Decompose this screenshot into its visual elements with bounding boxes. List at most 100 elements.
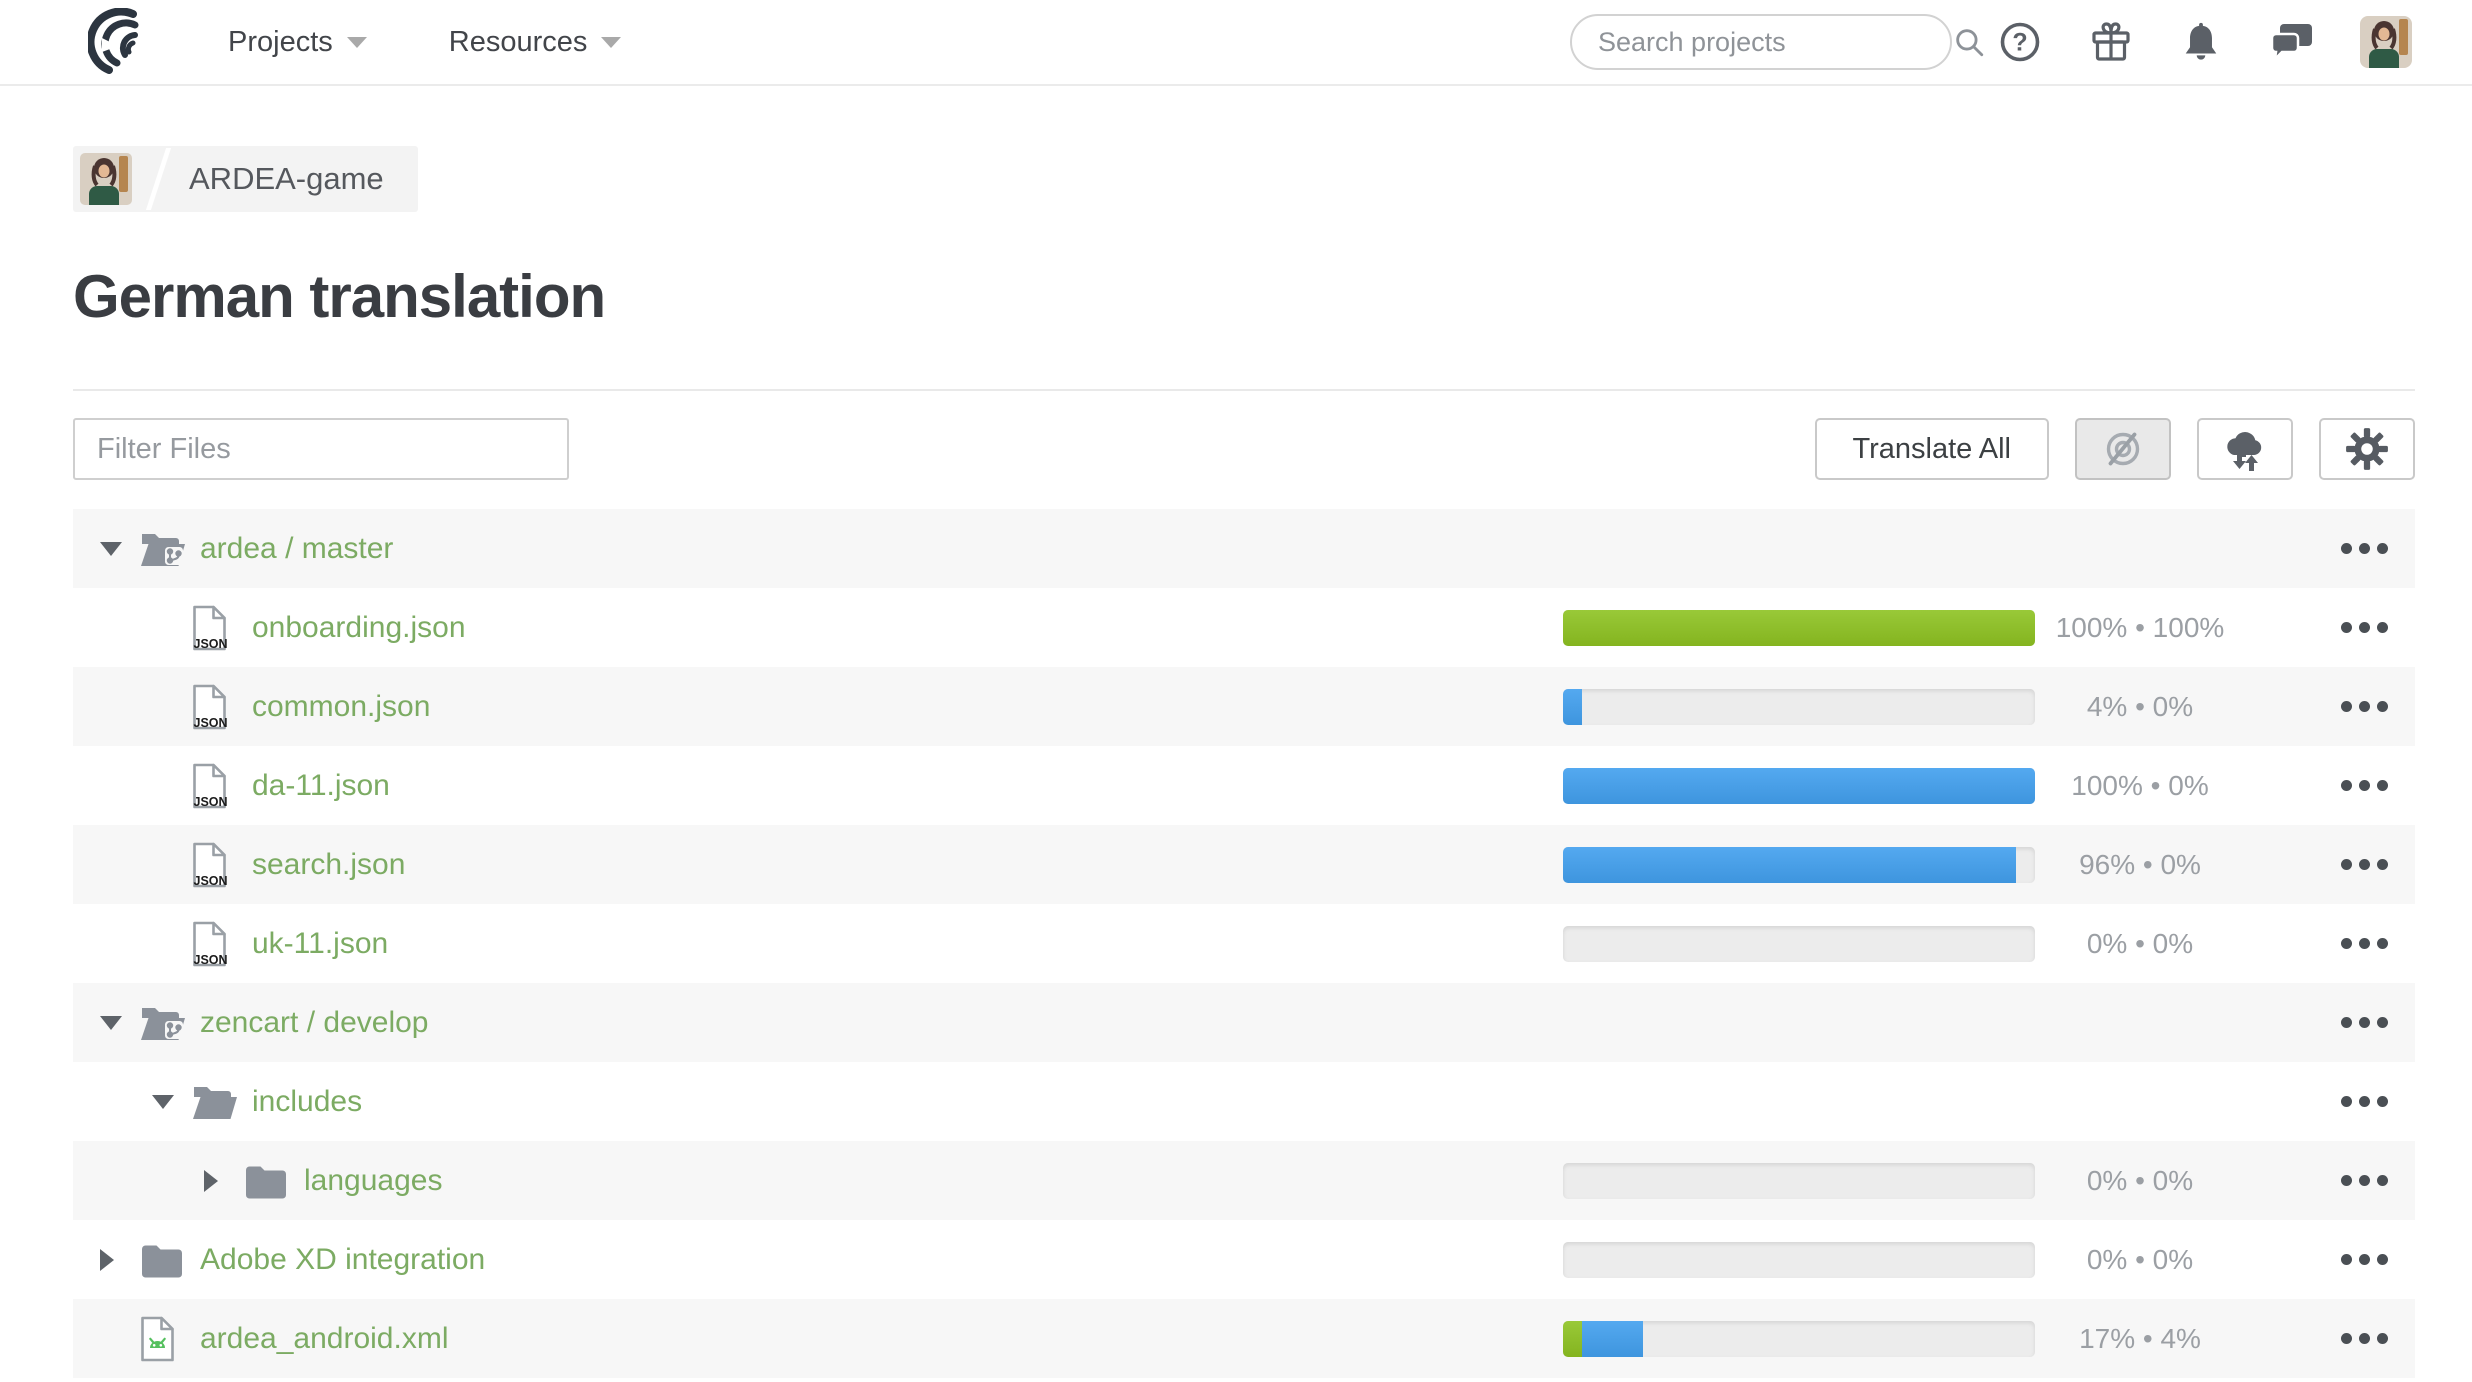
item-name[interactable]: search.json (252, 848, 405, 882)
item-icon-box: JSON (192, 842, 252, 888)
chevron-down-icon (347, 37, 367, 48)
progress-bar (1563, 1242, 2035, 1278)
progress-bar-cell (1563, 1005, 2035, 1041)
row-label-area: Adobe XD integration (73, 1242, 1563, 1278)
row-menu-button[interactable] (2341, 928, 2388, 959)
expander-toggle[interactable] (100, 1249, 140, 1271)
table-row[interactable]: ardea_android.xml 17% • 4% (73, 1299, 2415, 1378)
svg-text:JSON: JSON (194, 716, 228, 730)
item-name[interactable]: Adobe XD integration (200, 1243, 485, 1277)
row-menu-button[interactable] (2341, 1323, 2388, 1354)
expander-icon (152, 1095, 174, 1109)
row-menu-button[interactable] (2341, 612, 2388, 643)
progress-bar (1563, 926, 2035, 962)
progress-bar (1563, 610, 2035, 646)
cloud-sync-button[interactable] (2197, 418, 2293, 480)
toggle-hidden-files-button[interactable] (2075, 418, 2171, 480)
nav-resources[interactable]: Resources (449, 26, 622, 59)
progress-bar-cell (1563, 1242, 2035, 1278)
item-name[interactable]: ardea_android.xml (200, 1322, 448, 1356)
cloud-sync-icon (2220, 426, 2270, 472)
progress-bar-cell (1563, 926, 2035, 962)
row-label-area: JSON search.json (73, 842, 1563, 888)
table-row[interactable]: JSON search.json 96% • 0% (73, 825, 2415, 904)
nav-projects[interactable]: Projects (228, 26, 367, 59)
progress-label: 100% • 100% (2035, 612, 2245, 644)
item-name[interactable]: languages (304, 1164, 442, 1198)
help-icon[interactable]: ? (1998, 20, 2042, 64)
expander-toggle[interactable] (152, 1095, 192, 1109)
item-name[interactable]: ardea / master (200, 532, 393, 566)
search-icon[interactable] (1952, 25, 1986, 59)
top-navigation: Projects Resources ? (0, 0, 2472, 86)
vcs-folder-icon (140, 1004, 186, 1042)
open-folder-icon (192, 1083, 238, 1121)
table-row[interactable]: JSON da-11.json 100% • 0% (73, 746, 2415, 825)
item-name[interactable]: includes (252, 1085, 362, 1119)
row-label-area: JSON common.json (73, 684, 1563, 730)
row-menu-cell (2245, 1165, 2415, 1196)
row-menu-cell (2245, 612, 2415, 643)
progress-label: 96% • 0% (2035, 849, 2245, 881)
json-file-icon: JSON (192, 605, 227, 651)
messages-icon[interactable] (2268, 20, 2314, 64)
progress-label: 100% • 0% (2035, 770, 2245, 802)
filter-files-input[interactable] (73, 418, 569, 480)
folder-icon (244, 1163, 288, 1199)
table-row[interactable]: Adobe XD integration 0% • 0% (73, 1220, 2415, 1299)
item-name[interactable]: da-11.json (252, 769, 390, 803)
item-name[interactable]: zencart / develop (200, 1006, 428, 1040)
breadcrumb[interactable]: ARDEA-game (73, 146, 418, 212)
progress-bar-cell (1563, 847, 2035, 883)
progress-label: 0% • 0% (2035, 1244, 2245, 1276)
row-menu-button[interactable] (2341, 533, 2388, 564)
json-file-icon: JSON (192, 842, 227, 888)
table-row[interactable]: JSON onboarding.json 100% • 100% (73, 588, 2415, 667)
row-menu-button[interactable] (2341, 1244, 2388, 1275)
app-logo[interactable] (88, 8, 152, 76)
row-menu-cell (2245, 928, 2415, 959)
table-row[interactable]: zencart / develop (73, 983, 2415, 1062)
expander-toggle[interactable] (204, 1170, 244, 1192)
settings-button[interactable] (2319, 418, 2415, 480)
item-name[interactable]: onboarding.json (252, 611, 466, 645)
expander-toggle[interactable] (100, 1016, 140, 1030)
json-file-icon: JSON (192, 921, 227, 967)
translated-segment (1563, 847, 2016, 883)
notifications-icon[interactable] (2180, 20, 2222, 64)
row-menu-button[interactable] (2341, 770, 2388, 801)
project-search-input[interactable] (1598, 27, 1952, 58)
translate-all-button[interactable]: Translate All (1815, 418, 2050, 480)
row-label-area: JSON onboarding.json (73, 605, 1563, 651)
approved-segment (1563, 1321, 1582, 1357)
translated-segment (1563, 689, 1582, 725)
breadcrumb-project-name[interactable]: ARDEA-game (189, 161, 418, 197)
table-row[interactable]: languages 0% • 0% (73, 1141, 2415, 1220)
gift-icon[interactable] (2088, 19, 2134, 65)
item-name[interactable]: uk-11.json (252, 927, 388, 961)
progress-bar-cell (1563, 1321, 2035, 1357)
gear-icon (2344, 426, 2390, 472)
item-name[interactable]: common.json (252, 690, 430, 724)
table-row[interactable]: JSON uk-11.json 0% • 0% (73, 904, 2415, 983)
row-menu-button[interactable] (2341, 849, 2388, 880)
item-icon-box (140, 1242, 200, 1278)
progress-label: 0% • 0% (2035, 928, 2245, 960)
progress-bar (1563, 1163, 2035, 1199)
table-row[interactable]: includes (73, 1062, 2415, 1141)
row-label-area: ardea / master (73, 530, 1563, 568)
row-menu-button[interactable] (2341, 691, 2388, 722)
table-row[interactable]: ardea / master (73, 509, 2415, 588)
row-menu-cell (2245, 691, 2415, 722)
row-menu-button[interactable] (2341, 1165, 2388, 1196)
row-menu-cell (2245, 1086, 2415, 1117)
json-file-icon: JSON (192, 763, 227, 809)
row-menu-button[interactable] (2341, 1007, 2388, 1038)
row-menu-button[interactable] (2341, 1086, 2388, 1117)
expander-icon (204, 1170, 218, 1192)
table-row[interactable]: JSON common.json 4% • 0% (73, 667, 2415, 746)
progress-bar (1563, 1321, 2035, 1357)
user-avatar[interactable] (2360, 16, 2412, 68)
expander-toggle[interactable] (100, 542, 140, 556)
item-icon-box (140, 1316, 200, 1362)
